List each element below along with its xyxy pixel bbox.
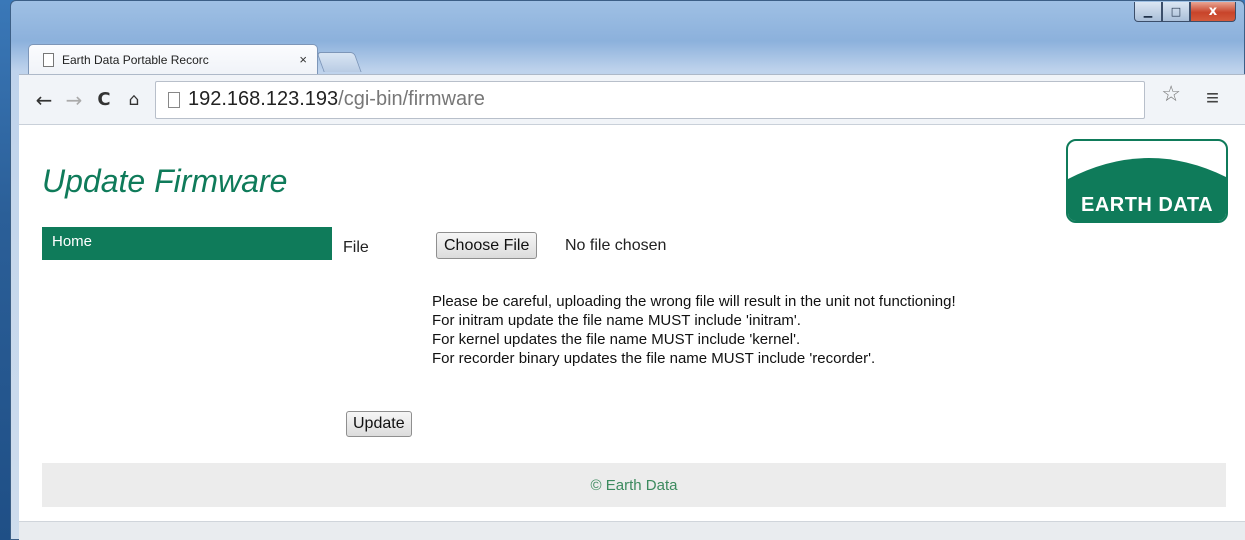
new-tab-button[interactable] — [316, 52, 362, 72]
url-host: 192.168.123.193 — [188, 88, 339, 110]
warning-line: For recorder binary updates the file nam… — [432, 350, 876, 367]
no-file-chosen-text: No file chosen — [565, 237, 667, 254]
browser-tab-active[interactable]: Earth Data Portable Recorc × — [28, 44, 318, 74]
page-title: Update Firmware — [42, 163, 288, 199]
warning-line: Please be careful, uploading the wrong f… — [432, 293, 956, 310]
page-content: Update Firmware EARTH DATA Home File Cho… — [34, 135, 1230, 525]
back-arrow-icon[interactable]: ← — [29, 88, 59, 112]
url-path: /cgi-bin/firmware — [338, 88, 485, 110]
home-icon[interactable]: ⌂ — [119, 90, 149, 110]
choose-file-button[interactable]: Choose File — [436, 232, 538, 259]
logo-text: EARTH DATA — [1080, 194, 1214, 216]
nav-home-link[interactable]: Home — [42, 227, 332, 260]
page-icon — [43, 52, 54, 67]
window-bottom-border — [19, 521, 1245, 540]
reload-icon[interactable]: C — [89, 89, 119, 110]
menu-icon[interactable]: ≡ — [1206, 85, 1219, 111]
page-viewport: Update Firmware EARTH DATA Home File Cho… — [19, 124, 1245, 540]
tab-close-icon[interactable]: × — [299, 52, 307, 67]
maximize-button[interactable]: □ — [1162, 2, 1190, 22]
close-window-button[interactable]: x — [1190, 2, 1236, 22]
file-label: File — [343, 239, 369, 256]
earth-data-logo: EARTH DATA — [1066, 139, 1228, 223]
warning-line: For kernel updates the file name MUST in… — [432, 331, 801, 348]
page-icon — [168, 91, 180, 108]
address-bar[interactable]: 192.168.123.193/cgi-bin/firmware — [155, 80, 1145, 119]
minimize-button[interactable]: ▁ — [1134, 2, 1162, 22]
warning-line: For initram update the file name MUST in… — [432, 312, 801, 329]
forward-arrow-icon[interactable]: → — [59, 88, 89, 112]
window-controls: ▁ □ x — [1134, 2, 1236, 22]
browser-toolbar: ← → C ⌂ 192.168.123.193/cgi-bin/firmware… — [19, 74, 1245, 124]
star-icon[interactable]: ☆ — [1161, 81, 1181, 107]
update-button[interactable]: Update — [346, 411, 412, 437]
tab-title: Earth Data Portable Recorc — [62, 52, 209, 67]
warning-text: Please be careful, uploading the wrong f… — [432, 292, 956, 368]
footer: © Earth Data — [42, 463, 1226, 507]
footer-copyright: © Earth Data — [590, 476, 678, 494]
